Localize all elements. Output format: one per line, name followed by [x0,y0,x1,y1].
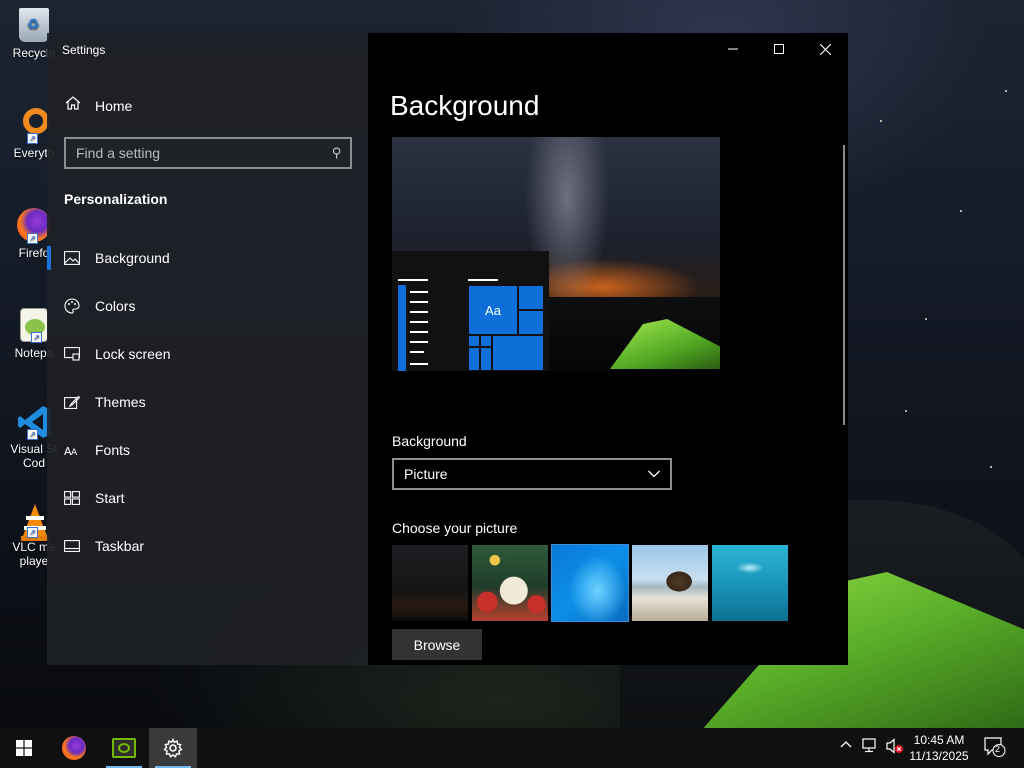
lock-screen-icon [64,346,80,362]
chevron-up-icon [840,741,852,748]
settings-content-pane: Background Aa Background Picture Choose … [368,33,848,665]
volume-muted-icon [886,738,903,754]
nav-item-fonts[interactable]: AA Fonts [47,426,368,474]
thumbnail-underwater[interactable] [712,545,788,621]
shortcut-arrow-icon: ↗ [27,233,38,244]
star [960,210,962,212]
svg-text:A: A [71,448,78,457]
volume-button[interactable] [886,738,904,757]
nvidia-icon [112,738,136,758]
clock-time: 10:45 AM [913,733,965,747]
palette-icon [64,298,80,314]
themes-brush-icon [64,394,80,410]
page-title: Background [390,90,540,121]
windows-logo-icon [16,740,32,756]
everything-search-icon: ↗ [17,108,51,144]
shortcut-arrow-icon: ↗ [27,133,38,144]
clock-date: 11/13/2025 [909,749,969,763]
home-label: Home [95,97,133,114]
nav-item-start[interactable]: Start [47,474,368,522]
close-icon [819,43,831,55]
star [880,120,882,122]
content-scrollbar[interactable] [843,145,845,425]
taskbar-clock[interactable]: 10:45 AM 11/13/2025 [905,732,973,764]
network-status-button[interactable] [862,738,880,757]
show-hidden-icons-button[interactable] [840,738,852,754]
nav-item-background[interactable]: Background [47,234,368,282]
nav-item-taskbar[interactable]: Taskbar [47,522,368,570]
find-setting-search-box[interactable]: ⚲ [64,137,352,169]
thumbnail-night-tent[interactable] [392,545,468,621]
preview-tile-label: Aa [468,285,518,335]
background-type-label: Background [392,433,467,449]
nav-item-label: Taskbar [95,538,145,554]
personalization-nav-list: Background Colors Lock screen Themes A A… [47,234,368,570]
shortcut-arrow-icon: ↗ [27,527,38,538]
minimize-icon [728,48,738,50]
gear-icon [163,738,183,758]
picture-thumbnails [392,544,788,622]
nav-item-label: Background [95,250,170,266]
thumbnail-windows-light[interactable] [551,544,629,622]
chevron-down-icon [648,470,660,478]
search-icon: ⚲ [332,145,342,160]
nav-item-label: Colors [95,298,136,314]
nav-item-label: Themes [95,394,146,410]
background-preview: Aa [392,137,720,371]
nav-item-themes[interactable]: Themes [47,378,368,426]
firefox-icon: ↗ [17,208,51,244]
background-type-value: Picture [404,466,448,482]
preview-start-menu: Aa [392,251,549,371]
fonts-icon: AA [64,442,80,458]
home-link[interactable]: Home [65,95,132,116]
start-button[interactable] [0,728,48,768]
nav-item-lock-screen[interactable]: Lock screen [47,330,368,378]
star [1005,90,1007,92]
picture-icon [64,250,80,266]
find-setting-input[interactable] [76,145,333,161]
thumbnail-christmas-puppy[interactable] [472,545,548,621]
window-title: Settings [62,43,106,57]
settings-window: Settings Home ⚲ Personalization Backgrou… [47,33,848,665]
nav-item-label: Start [95,490,125,506]
start-menu-icon [64,490,80,506]
settings-nav-pane: Settings Home ⚲ Personalization Backgrou… [47,33,368,665]
vscode-icon: ↗ [17,404,51,440]
nav-section-title: Personalization [64,191,168,207]
taskbar-icon [64,538,80,554]
action-center-button[interactable]: 2 [984,737,1006,760]
choose-picture-label: Choose your picture [392,520,518,536]
star [925,318,927,320]
taskbar-nvidia[interactable] [100,728,148,768]
network-icon [862,738,876,753]
notepad-plus-plus-icon: ↗ [20,308,48,343]
background-type-dropdown[interactable]: Picture [392,458,672,490]
browse-button[interactable]: Browse [392,629,482,660]
minimize-button[interactable] [710,33,756,65]
star [990,466,992,468]
star [905,410,907,412]
home-icon [65,95,81,116]
notification-count-badge: 2 [995,744,1001,754]
thumbnail-beach-rocks[interactable] [632,545,708,621]
vlc-icon: ↗ [17,502,51,541]
close-button[interactable] [802,33,848,65]
taskbar-firefox[interactable] [50,728,98,768]
firefox-icon [62,736,86,760]
preview-tiles: Aa [468,285,544,371]
taskbar: 10:45 AM 11/13/2025 2 [0,728,1024,768]
taskbar-settings[interactable] [149,728,197,768]
nav-item-colors[interactable]: Colors [47,282,368,330]
shortcut-arrow-icon: ↗ [27,429,38,440]
shortcut-arrow-icon: ↗ [31,332,42,343]
maximize-icon [774,44,784,54]
nav-item-label: Lock screen [95,346,171,362]
maximize-button[interactable] [756,33,802,65]
nav-item-label: Fonts [95,442,131,458]
recycle-bin-icon: ♻ [19,8,49,42]
